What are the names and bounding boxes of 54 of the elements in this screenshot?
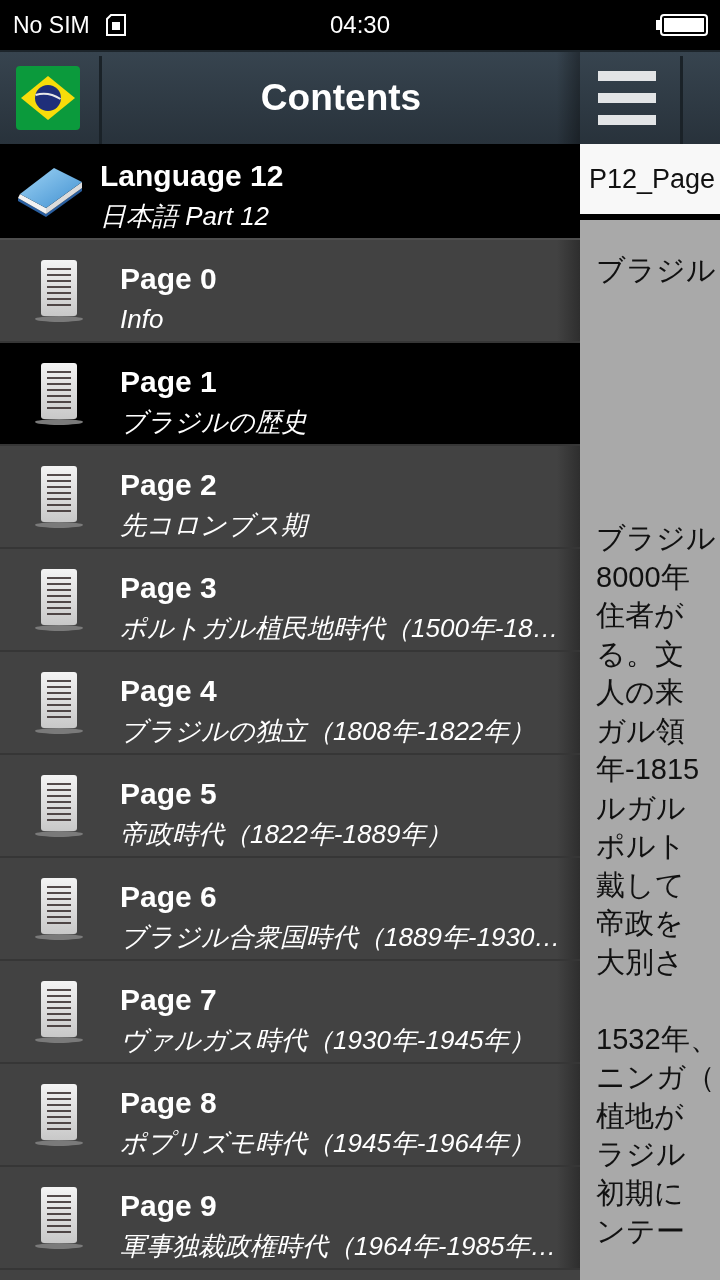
book-icon — [16, 165, 84, 217]
page-subtitle: Info — [120, 303, 164, 336]
page-list-item[interactable]: Page 3 ポルトガル植民地時代（1500年-18… — [0, 549, 580, 652]
page-title: Page 0 — [120, 261, 217, 297]
page-title: Page 9 — [120, 1188, 217, 1224]
page-subtitle: ヴァルガス時代（1930年-1945年） — [120, 1024, 536, 1057]
page-title-bar: P12_Page — [580, 144, 720, 220]
document-icon — [34, 464, 84, 529]
book-title: Language 12 — [100, 158, 284, 194]
page-list-item[interactable]: Page 5 帝政時代（1822年-1889年） — [0, 755, 580, 858]
document-icon — [34, 876, 84, 941]
clock-time: 04:30 — [329, 11, 391, 39]
page-list-item[interactable]: Page 9 軍事独裁政権時代（1964年-1985年… — [0, 1167, 580, 1270]
document-icon — [34, 670, 84, 735]
document-icon — [34, 773, 84, 838]
document-icon — [34, 258, 84, 323]
page-subtitle: ブラジル合衆国時代（1889年-1930… — [120, 921, 561, 954]
book-row[interactable]: Language 12 日本語 Part 12 — [0, 144, 580, 240]
page-subtitle: 軍事独裁政権時代（1964年-1985年… — [120, 1230, 557, 1263]
page-title: Page 7 — [120, 982, 217, 1018]
page-title: Page 1 — [120, 364, 217, 400]
page-list-item[interactable]: Page 2 先コロンブス期 — [0, 446, 580, 549]
document-icon — [34, 1185, 84, 1250]
page-list-item[interactable]: Page 8 ポプリズモ時代（1945年-1964年） — [0, 1064, 580, 1167]
sim-card-icon — [105, 14, 126, 36]
page-list-item[interactable]: Page 4 ブラジルの独立（1808年-1822年） — [0, 652, 580, 755]
page-list-item[interactable]: Page 0 Info — [0, 240, 580, 343]
book-subtitle: 日本語 Part 12 — [100, 200, 270, 233]
page-list-item[interactable]: Page 1 ブラジルの歴史 — [0, 343, 580, 446]
page-subtitle: 帝政時代（1822年-1889年） — [120, 818, 453, 851]
page-list-item[interactable]: Page 7 ヴァルガス時代（1930年-1945年） — [0, 961, 580, 1064]
page-list-item[interactable]: Page 6 ブラジル合衆国時代（1889年-1930… — [0, 858, 580, 961]
page-title: Page 2 — [120, 467, 217, 503]
page-title: Page 5 — [120, 776, 217, 812]
menu-icon[interactable] — [598, 71, 656, 125]
drawer-title: Contents — [259, 77, 423, 119]
document-icon — [34, 979, 84, 1044]
article-heading: ブラジル — [596, 253, 717, 288]
document-icon — [34, 567, 84, 632]
document-icon — [34, 1082, 84, 1147]
page-subtitle: ブラジルの独立（1808年-1822年） — [120, 715, 536, 748]
page-title: Page 8 — [120, 1085, 217, 1121]
article-paragraph: 1532年、 ニンガ（ 植地が ラジル 初期に ンテー — [596, 1021, 720, 1249]
page-title: Page 4 — [120, 673, 217, 709]
carrier-label: No SIM — [13, 11, 90, 39]
flag-icon[interactable] — [16, 66, 80, 130]
document-icon — [34, 361, 84, 426]
article-paragraph: ブラジル 8000年 住者が る。文 人の来 ガル領 年-1815 ルガル ポルト 戴して 帝政を 大別さ — [596, 521, 717, 980]
page-subtitle: ポルトガル植民地時代（1500年-18… — [120, 612, 559, 645]
page-title: Page 6 — [120, 879, 217, 915]
page-title: Page 3 — [120, 570, 217, 606]
battery-icon — [656, 14, 708, 36]
page-subtitle: ポプリズモ時代（1945年-1964年） — [120, 1127, 536, 1160]
page-subtitle: ブラジルの歴史 — [120, 406, 307, 439]
